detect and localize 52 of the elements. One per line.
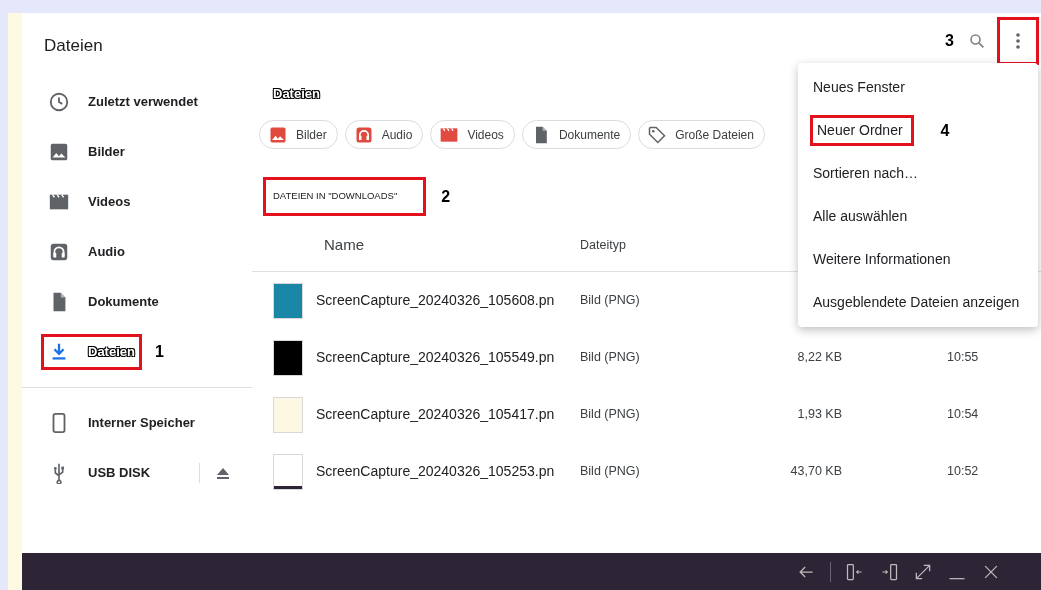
file-type: Bild (PNG) bbox=[580, 406, 641, 424]
section-label: DATEIEN IN "DOWNLOADS" bbox=[266, 180, 424, 213]
more-button[interactable] bbox=[1000, 19, 1036, 62]
more-icon bbox=[1016, 32, 1020, 49]
menu-item[interactable]: Weitere Informationen bbox=[813, 247, 959, 272]
menu-item[interactable]: Sortieren nach… bbox=[813, 161, 927, 186]
filter-chip[interactable]: Große Dateien bbox=[638, 120, 765, 149]
filter-chip[interactable]: Audio bbox=[344, 120, 424, 149]
file-size: 1,93 KB bbox=[796, 406, 842, 424]
file-type: Bild (PNG) bbox=[580, 463, 641, 481]
filter-chip[interactable]: Bilder bbox=[259, 120, 338, 149]
callout-number: 4 bbox=[940, 120, 950, 141]
headphones-icon bbox=[48, 241, 70, 263]
search-button[interactable] bbox=[968, 31, 986, 50]
eject-button[interactable] bbox=[216, 467, 230, 479]
callout-number: 2 bbox=[441, 186, 451, 207]
sidebar-item[interactable]: Dateien bbox=[88, 342, 135, 362]
callout-number: 1 bbox=[154, 342, 164, 362]
tag-icon bbox=[647, 124, 668, 145]
menu-item[interactable]: Neuer Ordner bbox=[813, 118, 911, 143]
sidebar-item[interactable]: USB DISK bbox=[88, 463, 151, 483]
file-type: Bild (PNG) bbox=[580, 349, 641, 367]
image-icon bbox=[48, 141, 70, 163]
file-size: 43,70 KB bbox=[789, 463, 842, 481]
menu-item[interactable]: Alle auswählen bbox=[813, 204, 916, 229]
file-size: 8,22 KB bbox=[796, 349, 842, 367]
sidebar-item[interactable]: Audio bbox=[88, 242, 125, 262]
snap-left-icon[interactable] bbox=[845, 561, 865, 582]
column-header[interactable]: Dateityp bbox=[580, 235, 760, 255]
filter-chip[interactable]: Dokumente bbox=[521, 120, 632, 149]
file-name[interactable]: ScreenCapture_20240326_105549.pn bbox=[316, 347, 580, 368]
menu-item[interactable]: Ausgeblendete Dateien anzeigen bbox=[813, 290, 1028, 315]
sidebar-item[interactable]: Zuletzt verwendet bbox=[88, 92, 198, 112]
window-title: Dateien bbox=[43, 35, 104, 57]
file-time: 10:55 bbox=[946, 349, 979, 367]
file-name[interactable]: ScreenCapture_20240326_105253.pn bbox=[316, 461, 580, 482]
sidebar-item[interactable]: Dokumente bbox=[88, 292, 159, 312]
column-header[interactable]: Name bbox=[316, 233, 580, 257]
callout-number: 3 bbox=[945, 30, 954, 51]
sidebar-item[interactable]: Bilder bbox=[88, 142, 125, 162]
filter-chip[interactable]: Videos bbox=[430, 120, 515, 149]
file-time: 10:54 bbox=[946, 406, 979, 424]
file-name[interactable]: ScreenCapture_20240326_105417.pn bbox=[316, 404, 580, 425]
file-name[interactable]: ScreenCapture_20240326_105608.pn bbox=[316, 290, 580, 311]
sidebar-item[interactable]: Videos bbox=[88, 192, 131, 212]
breadcrumb[interactable]: Dateien bbox=[273, 86, 320, 101]
clock-icon bbox=[48, 91, 70, 113]
file-time: 10:52 bbox=[946, 463, 979, 481]
file-type: Bild (PNG) bbox=[580, 292, 641, 310]
sidebar-item[interactable]: Interner Speicher bbox=[88, 413, 195, 433]
snap-right-icon[interactable] bbox=[879, 561, 899, 582]
menu-item[interactable]: Neues Fenster bbox=[813, 75, 913, 100]
